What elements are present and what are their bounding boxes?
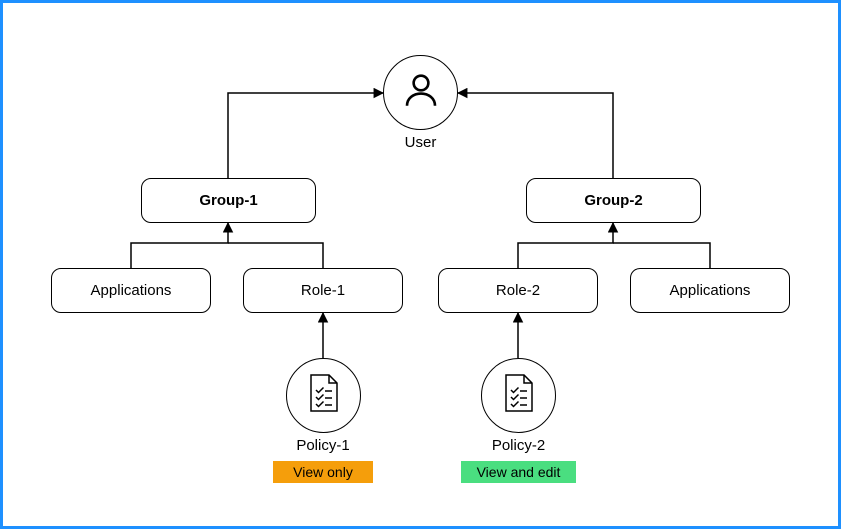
applications-right-label: Applications [670,282,751,299]
user-node [383,55,458,130]
document-check-icon [307,373,341,418]
policy-1-node [286,358,361,433]
applications-right-node: Applications [630,268,790,313]
role-2-label: Role-2 [496,282,540,299]
diagram-frame: User Group-1 Group-2 Applications Role-1… [0,0,841,529]
policy-1-permission-text: View only [293,464,353,480]
policy-2-permission-text: View and edit [477,464,561,480]
user-icon [400,69,442,116]
policy-2-label: Policy-2 [461,437,576,454]
policy-2-permission-badge: View and edit [461,461,576,483]
role-1-node: Role-1 [243,268,403,313]
policy-1-label: Policy-1 [273,437,373,454]
role-2-node: Role-2 [438,268,598,313]
policy-2-node [481,358,556,433]
group-2-label: Group-2 [584,192,642,209]
document-check-icon [502,373,536,418]
role-1-label: Role-1 [301,282,345,299]
applications-left-label: Applications [91,282,172,299]
policy-1-permission-badge: View only [273,461,373,483]
group-1-node: Group-1 [141,178,316,223]
group-1-label: Group-1 [199,192,257,209]
group-2-node: Group-2 [526,178,701,223]
applications-left-node: Applications [51,268,211,313]
user-label: User [383,134,458,151]
